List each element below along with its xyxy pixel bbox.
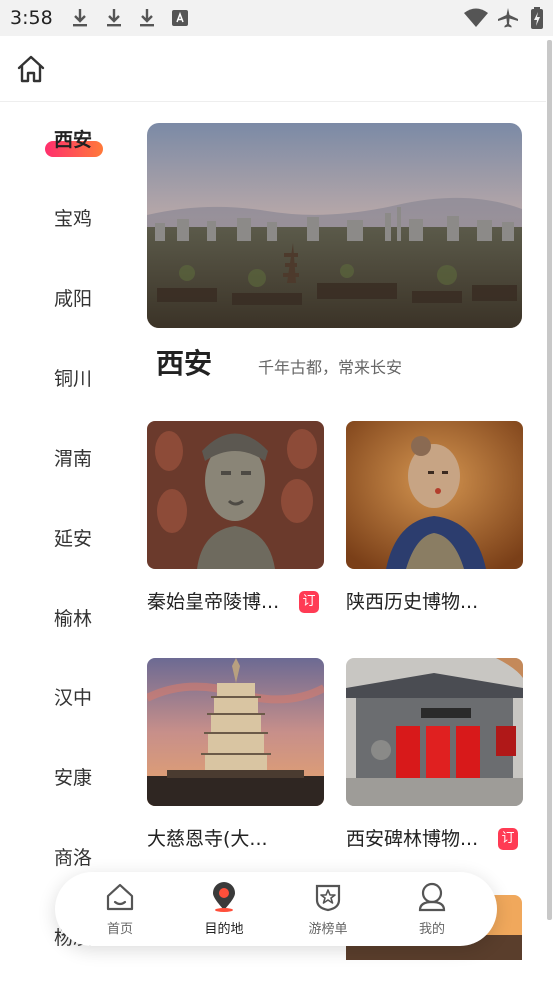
- attraction-image: [147, 658, 324, 806]
- sidebar-item-shangluo[interactable]: 商洛: [54, 843, 124, 873]
- badge-star-icon: [315, 884, 341, 912]
- xian-skyline-image: [147, 123, 522, 328]
- sidebar-item-ankang[interactable]: 安康: [54, 763, 124, 793]
- city-slogan: 千年古都，常来长安: [258, 358, 403, 377]
- bottom-tab-bar: 首页 目的地 游榜单 我的: [55, 872, 497, 946]
- sidebar-item-xian[interactable]: 西安: [54, 125, 92, 155]
- sidebar-item-xianyang[interactable]: 咸阳: [54, 284, 124, 314]
- tab-label: 我的: [418, 922, 445, 937]
- home-icon: [17, 55, 45, 83]
- tab-home[interactable]: 首页: [85, 882, 155, 942]
- booking-badge: 订: [498, 828, 518, 850]
- tab-destination[interactable]: 目的地: [189, 882, 259, 942]
- app-bar: [0, 36, 548, 102]
- booking-badge: 订: [299, 591, 319, 613]
- sidebar-item-hanzhong[interactable]: 汉中: [54, 683, 124, 713]
- download-icon: [73, 9, 87, 27]
- tab-label: 游榜单: [308, 922, 348, 937]
- scrollbar-thumb[interactable]: [547, 40, 552, 920]
- tab-label: 首页: [106, 922, 133, 937]
- battery-charging-icon: [531, 7, 543, 29]
- city-hero-image[interactable]: [147, 123, 522, 328]
- status-bar: 3:58: [0, 0, 553, 36]
- tab-ranking[interactable]: 游榜单: [293, 882, 363, 942]
- airplane-icon: [498, 8, 518, 28]
- sidebar-item-yulin[interactable]: 榆林: [54, 604, 124, 634]
- location-pin-icon: [213, 882, 235, 912]
- attraction-title: 秦始皇帝陵博...: [147, 591, 280, 613]
- attraction-title: 西安碑林博物...: [346, 828, 479, 850]
- home-tab-icon: [106, 883, 134, 911]
- sidebar-item-weinan[interactable]: 渭南: [54, 444, 124, 474]
- city-title: 西安: [156, 347, 213, 380]
- attraction-image: [346, 421, 523, 569]
- attraction-image: [346, 658, 523, 806]
- home-button[interactable]: [14, 52, 48, 86]
- attraction-title: 陕西历史博物...: [346, 591, 479, 613]
- user-icon: [418, 882, 446, 912]
- attraction-title: 大慈恩寺(大...: [147, 828, 268, 850]
- download-icon: [107, 9, 121, 27]
- sidebar-item-tongchuan[interactable]: 铜川: [54, 364, 124, 394]
- wifi-icon: [464, 8, 488, 27]
- status-time: 3:58: [10, 7, 53, 29]
- sidebar-item-baoji[interactable]: 宝鸡: [54, 204, 124, 234]
- tab-mine[interactable]: 我的: [397, 882, 467, 942]
- download-icon: [140, 9, 154, 27]
- keyboard-a-icon: [172, 10, 188, 26]
- sidebar-item-yanan[interactable]: 延安: [54, 524, 124, 554]
- attraction-image: [147, 421, 324, 569]
- tab-label: 目的地: [204, 922, 244, 937]
